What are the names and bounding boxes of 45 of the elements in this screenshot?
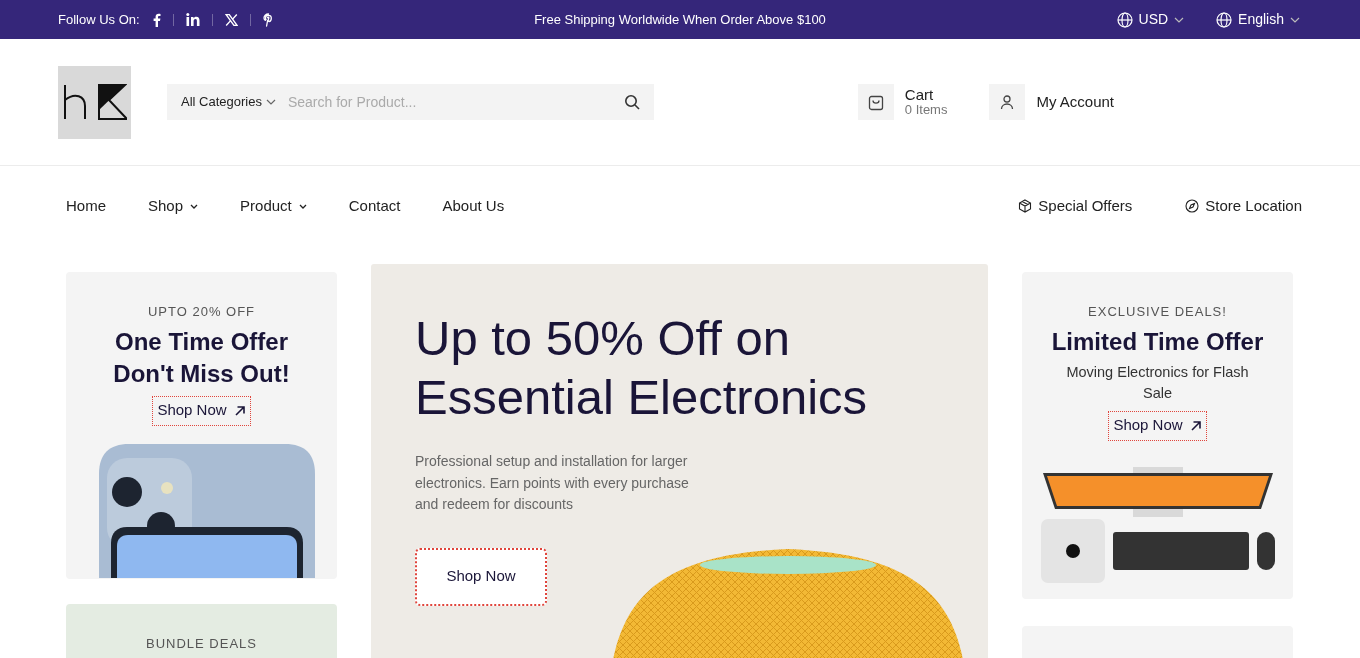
- card-title: One Time Offer Don't Miss Out!: [112, 326, 291, 389]
- globe-icon: [1116, 11, 1133, 28]
- nav-link[interactable]: Product: [240, 194, 307, 218]
- nav-link[interactable]: Store Location: [1185, 194, 1302, 218]
- nav-link[interactable]: About Us: [442, 194, 505, 218]
- search-bar[interactable]: All Categories Search for Product...: [167, 84, 654, 120]
- arrow-up-right-icon: [233, 404, 246, 417]
- chevron-down-icon: [265, 99, 276, 105]
- card-eyebrow: UPTO 20% OFF: [147, 303, 256, 321]
- category-dropdown[interactable]: All Categories: [181, 92, 276, 112]
- linkedin-icon[interactable]: [185, 13, 200, 26]
- cube-icon: [1018, 199, 1033, 213]
- selector-dropdown[interactable]: English: [1216, 9, 1300, 30]
- card-eyebrow: EXCLUSIVE DEALS!: [1088, 303, 1227, 321]
- card-title: Limited Time Offer: [1050, 326, 1265, 357]
- cart-count: 0 Items: [904, 102, 948, 117]
- logo[interactable]: [58, 65, 131, 139]
- announcement-text: Free Shipping Worldwide When Order Above $100: [534, 10, 826, 29]
- compass-icon: [1185, 199, 1200, 213]
- search-icon[interactable]: [624, 94, 640, 110]
- card-subtitle: Moving Electronics for Flash Sale: [1065, 362, 1250, 403]
- card-eyebrow: BUNDLE DEALS: [146, 635, 257, 653]
- nav-link[interactable]: Special Offers: [1018, 194, 1133, 218]
- nav-link[interactable]: Shop: [148, 194, 199, 218]
- facebook-icon[interactable]: [151, 12, 161, 27]
- shop-now-button[interactable]: Shop Now: [415, 547, 547, 606]
- follow-label: Follow Us On:: [58, 10, 140, 29]
- cart-icon[interactable]: [857, 84, 894, 120]
- shop-now-link[interactable]: Shop Now: [152, 395, 251, 426]
- logo-mark-drawing: [62, 84, 127, 120]
- nav-link[interactable]: Home: [66, 194, 106, 218]
- nav-link[interactable]: Contact: [348, 194, 401, 218]
- selector-dropdown[interactable]: USD: [1116, 9, 1185, 30]
- account-icon[interactable]: [989, 84, 1026, 120]
- chevron-down-icon: [1290, 16, 1300, 23]
- arrow-up-right-icon: [1189, 419, 1202, 432]
- account-link[interactable]: My Account: [1036, 90, 1114, 114]
- hero-description: Professional setup and installation for larger electronics. Earn points with every purchase and redeem for discounts: [415, 452, 690, 514]
- x-icon[interactable]: [224, 13, 238, 26]
- shop-now-link[interactable]: Shop Now: [1108, 410, 1207, 441]
- cart-label[interactable]: Cart: [904, 87, 948, 102]
- hero-title: Up to 50% Off on Essential Electronics: [415, 310, 869, 426]
- globe-icon: [1216, 11, 1233, 28]
- pinterest-icon[interactable]: [262, 12, 274, 27]
- chevron-down-icon: [1174, 16, 1185, 23]
